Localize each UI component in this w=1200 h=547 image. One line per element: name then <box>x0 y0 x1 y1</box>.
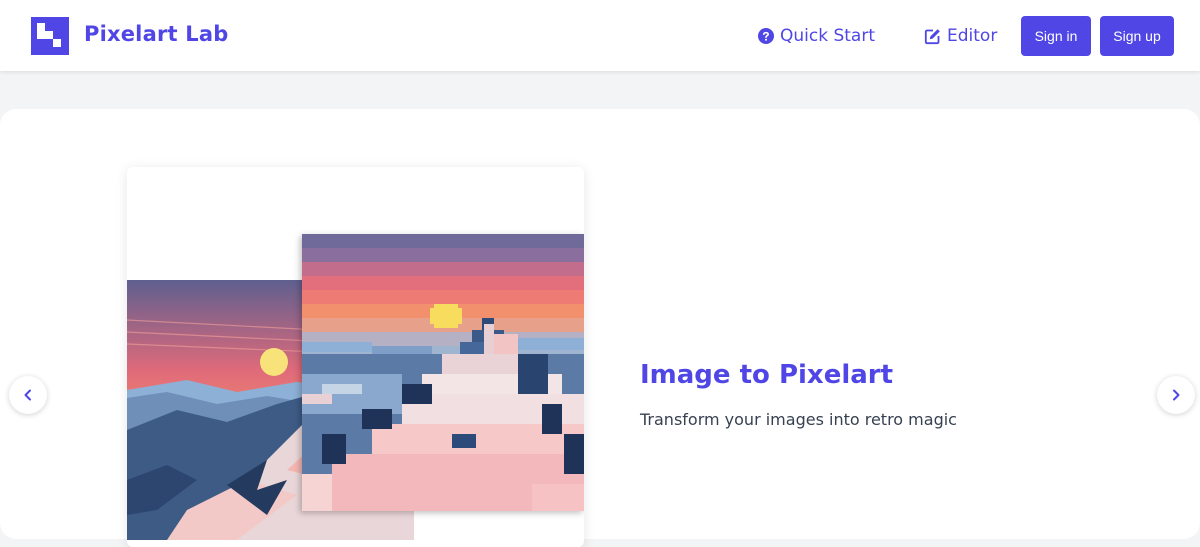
editor-label: Editor <box>947 26 998 46</box>
mountain-sunset-pixelart-image <box>302 234 584 511</box>
nav-editor[interactable]: Editor <box>924 24 997 48</box>
pixel-logo-icon[interactable] <box>31 17 69 55</box>
question-circle-icon <box>758 28 774 44</box>
edit-pencil-icon <box>924 28 940 44</box>
carousel-prev-button[interactable] <box>9 376 47 414</box>
top-navbar: Pixelart Lab Quick Start Editor Sign in … <box>0 0 1200 71</box>
slide-image-frame <box>127 167 584 547</box>
chevron-left-icon <box>24 389 31 401</box>
carousel-next-button[interactable] <box>1157 376 1195 414</box>
slide-subtitle: Transform your images into retro magic <box>640 410 957 429</box>
sign-up-button[interactable]: Sign up <box>1100 16 1174 56</box>
nav-quick-start[interactable]: Quick Start <box>758 24 875 48</box>
slide-title: Image to Pixelart <box>640 360 894 390</box>
quick-start-label: Quick Start <box>780 26 876 46</box>
chevron-right-icon <box>1173 389 1180 401</box>
brand-name[interactable]: Pixelart Lab <box>84 22 228 46</box>
hero-carousel: Image to Pixelart Transform your images … <box>0 109 1200 547</box>
sign-in-button[interactable]: Sign in <box>1021 16 1091 56</box>
